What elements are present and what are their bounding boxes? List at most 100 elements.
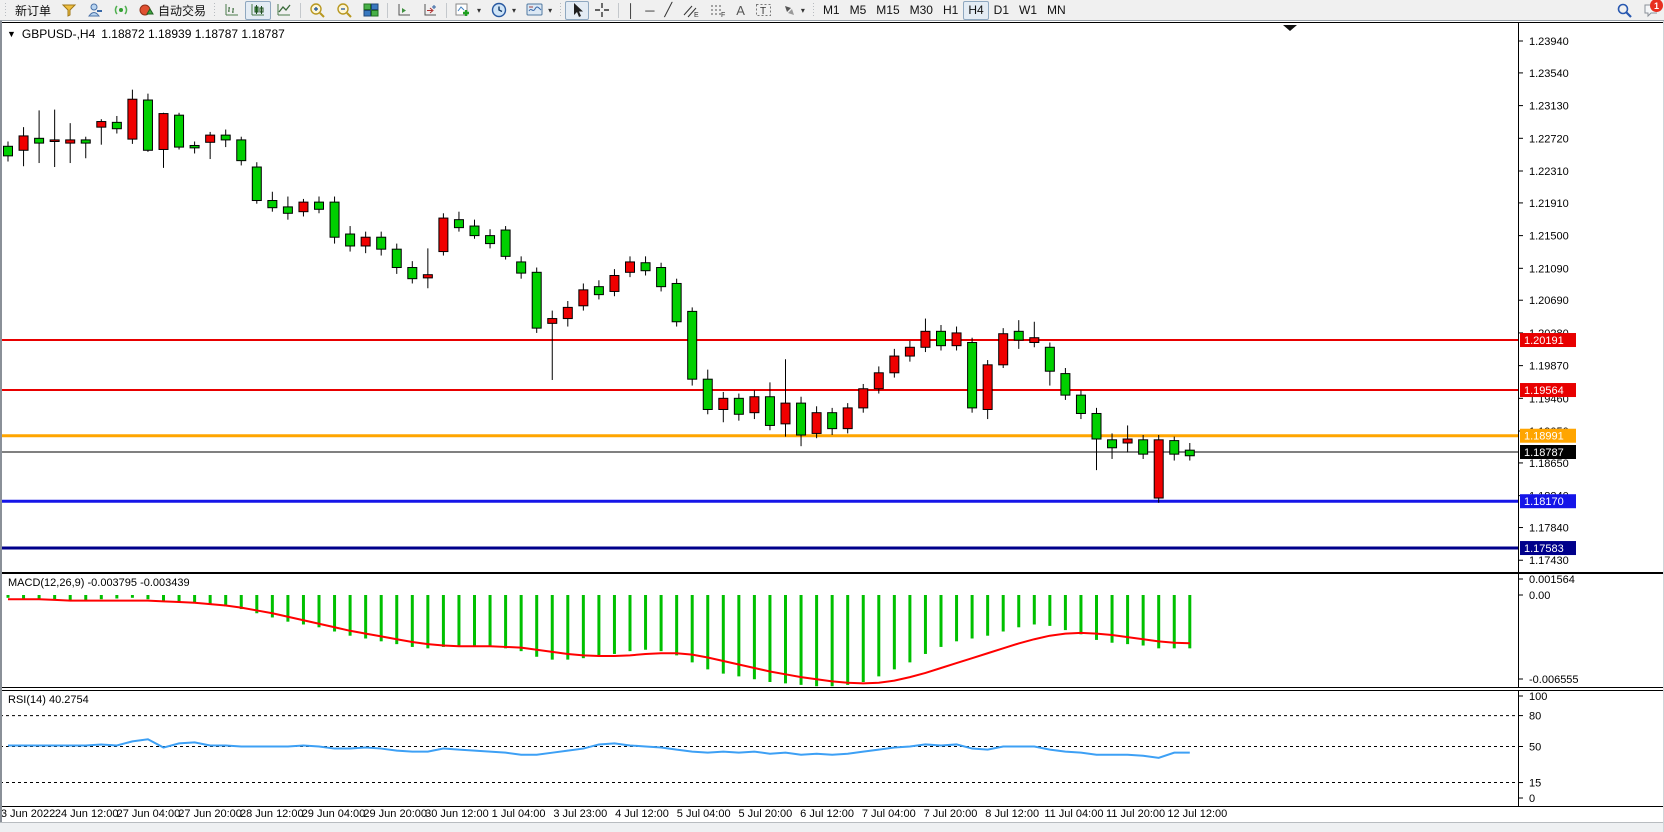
- toolbar-grip[interactable]: [559, 3, 563, 18]
- time-axis-label: 24 Jun 12:00: [55, 808, 119, 820]
- add-account-icon[interactable]: [82, 1, 108, 20]
- chevron-down-icon: ▾: [801, 6, 805, 15]
- tab-timeframe-W1[interactable]: W1: [1014, 1, 1042, 20]
- vertical-line-tool[interactable]: │: [622, 1, 640, 20]
- horizontal-line-tool[interactable]: ─: [640, 1, 659, 20]
- auto-trading-label: 自动交易: [158, 2, 206, 19]
- svg-text:0: 0: [1529, 793, 1535, 805]
- periods-button[interactable]: ▾: [486, 1, 521, 20]
- time-axis-label: 7 Jul 20:00: [924, 808, 978, 820]
- trendline-tool[interactable]: ╱: [659, 1, 677, 20]
- label-tool[interactable]: T: [750, 1, 777, 20]
- time-axis-label: 27 Jun 04:00: [117, 808, 181, 820]
- auto-trading-button[interactable]: 自动交易: [134, 1, 211, 20]
- svg-text:1.20191: 1.20191: [1524, 335, 1564, 347]
- auto-scroll-icon[interactable]: [391, 1, 417, 20]
- notification-badge: 1: [1650, 0, 1663, 12]
- svg-text:T: T: [760, 6, 766, 17]
- svg-text:50: 50: [1529, 742, 1541, 754]
- tab-timeframe-M5[interactable]: M5: [845, 1, 872, 20]
- macd-indicator-label: MACD(12,26,9) -0.003795 -0.003439: [8, 577, 190, 589]
- svg-text:1.23130: 1.23130: [1529, 101, 1569, 113]
- chart-ohlc-values: 1.18872 1.18939 1.18787 1.18787: [101, 27, 285, 41]
- crosshair-icon[interactable]: [589, 1, 615, 20]
- tab-timeframe-M1[interactable]: M1: [818, 1, 845, 20]
- svg-text:1.22720: 1.22720: [1529, 133, 1569, 145]
- search-icon[interactable]: [1611, 1, 1638, 20]
- zoom-out-icon[interactable]: [331, 1, 358, 20]
- candlestick-chart[interactable]: 1.239401.235401.231301.227201.223101.219…: [0, 22, 1664, 573]
- tile-windows-icon[interactable]: [358, 1, 384, 20]
- trendline-icon: ╱: [664, 2, 672, 18]
- svg-text:80: 80: [1529, 711, 1541, 723]
- signal-icon[interactable]: [108, 1, 134, 20]
- toolbar: 新订单 自动交易 ▾ ▾: [0, 0, 1664, 21]
- time-axis-label: 29 Jun 20:00: [363, 808, 427, 820]
- chevron-down-icon: ▾: [477, 6, 481, 15]
- tab-timeframe-MN[interactable]: MN: [1042, 1, 1071, 20]
- hline-icon: ─: [645, 3, 654, 18]
- arrows-tool[interactable]: ▾: [777, 1, 810, 20]
- svg-text:1.17840: 1.17840: [1529, 523, 1569, 535]
- vline-icon: │: [627, 3, 635, 18]
- chevron-down-icon: ▾: [512, 6, 516, 15]
- svg-text:1.23540: 1.23540: [1529, 68, 1569, 80]
- horizontal-scrollbar[interactable]: [0, 822, 1664, 832]
- cursor-icon[interactable]: [565, 1, 589, 20]
- new-order-label: 新订单: [15, 2, 51, 19]
- toolbar-grip[interactable]: [4, 3, 8, 18]
- window-left-edge: [0, 21, 2, 822]
- chart-shift-icon[interactable]: [417, 1, 443, 20]
- time-axis-label: 3 Jul 23:00: [553, 808, 607, 820]
- text-tool[interactable]: A: [731, 1, 750, 20]
- time-axis-label: 8 Jul 12:00: [985, 808, 1039, 820]
- chart-menu-caret[interactable]: ▼: [7, 29, 16, 39]
- channel-tool[interactable]: E: [677, 1, 704, 20]
- notifications-button[interactable]: 1: [1638, 0, 1662, 20]
- rsi-panel-chart[interactable]: 1008050150: [0, 690, 1664, 807]
- new-order-button[interactable]: 新订单: [10, 1, 56, 20]
- svg-text:1.19870: 1.19870: [1529, 361, 1569, 373]
- svg-text:1.18170: 1.18170: [1524, 496, 1564, 508]
- time-axis-label: 12 Jul 12:00: [1167, 808, 1227, 820]
- fibonacci-tool[interactable]: F: [704, 1, 731, 20]
- svg-text:E: E: [694, 12, 699, 18]
- chart-line-icon[interactable]: [271, 1, 297, 20]
- svg-text:15: 15: [1529, 778, 1541, 790]
- tab-timeframe-M15[interactable]: M15: [871, 1, 904, 20]
- tab-timeframe-M30[interactable]: M30: [905, 1, 938, 20]
- svg-text:1.23940: 1.23940: [1529, 36, 1569, 48]
- svg-text:-0.006555: -0.006555: [1529, 674, 1579, 686]
- svg-text:F: F: [721, 12, 725, 18]
- rsi-indicator-label: RSI(14) 40.2754: [8, 694, 89, 706]
- time-axis-label: 11 Jul 04:00: [1044, 808, 1103, 820]
- chart-bars-icon[interactable]: [219, 1, 245, 20]
- time-axis-label: 23 Jun 2022: [0, 808, 55, 820]
- tab-timeframe-H4[interactable]: H4: [963, 1, 988, 20]
- indicators-button[interactable]: ▾: [450, 1, 486, 20]
- tab-timeframe-H1[interactable]: H1: [938, 1, 963, 20]
- time-axis[interactable]: 23 Jun 202224 Jun 12:0027 Jun 04:0027 Ju…: [0, 807, 1664, 822]
- svg-text:1.20690: 1.20690: [1529, 295, 1569, 307]
- macd-panel-chart[interactable]: 0.0015640.00-0.006555: [0, 573, 1664, 688]
- svg-text:1.21500: 1.21500: [1529, 231, 1569, 243]
- time-axis-label: 29 Jun 04:00: [302, 808, 366, 820]
- chart-candles-icon[interactable]: [245, 1, 271, 20]
- svg-text:1.18650: 1.18650: [1529, 458, 1569, 470]
- chart-title: ▼ GBPUSD-,H4 1.18872 1.18939 1.18787 1.1…: [7, 27, 285, 41]
- time-axis-label: 28 Jun 12:00: [240, 808, 304, 820]
- tab-timeframe-D1[interactable]: D1: [989, 1, 1014, 20]
- time-axis-label: 30 Jun 12:00: [425, 808, 489, 820]
- templates-button[interactable]: ▾: [521, 1, 557, 20]
- text-icon: A: [736, 3, 745, 18]
- funnel-icon[interactable]: [56, 1, 82, 20]
- toolbar-grip[interactable]: [213, 3, 217, 18]
- zoom-in-icon[interactable]: [304, 1, 331, 20]
- timeframe-toolbar: M1M5M15M30H1H4D1W1MN: [818, 1, 1071, 20]
- time-axis-label: 4 Jul 12:00: [615, 808, 669, 820]
- svg-text:1.17583: 1.17583: [1524, 543, 1564, 555]
- toolbar-grip[interactable]: [812, 3, 816, 18]
- time-axis-label: 11 Jul 20:00: [1106, 808, 1165, 820]
- svg-text:1.21090: 1.21090: [1529, 263, 1569, 275]
- chart-symbol-period: GBPUSD-,H4: [22, 27, 95, 41]
